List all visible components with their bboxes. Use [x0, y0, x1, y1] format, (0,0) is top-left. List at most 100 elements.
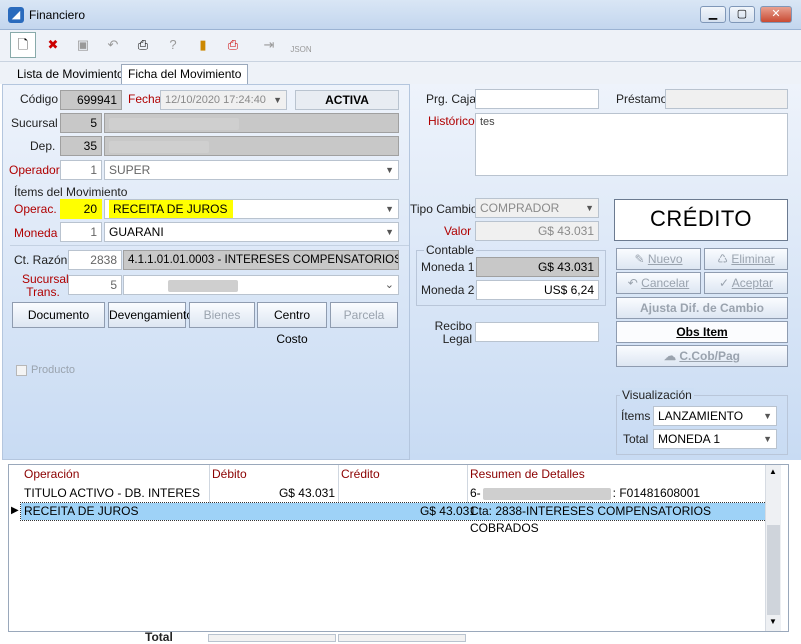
scroll-down-icon[interactable]: ▼	[769, 617, 777, 626]
chevron-down-icon: ⌄	[384, 279, 394, 291]
visualizacion-label: Visualización	[620, 388, 694, 402]
moneda-label: Moneda	[14, 226, 58, 240]
status-badge: ACTIVA	[295, 90, 399, 110]
cell-resumen: Cta: 2838-INTERESES COMPENSATORIOS COBRA…	[470, 504, 711, 535]
codigo-label: Código	[20, 92, 59, 106]
col-credito[interactable]: Crédito	[341, 467, 380, 481]
tab-strip: Lista de Movimientos Ficha del Movimient…	[0, 62, 801, 84]
chevron-down-icon: ▼	[585, 203, 594, 213]
moneda1-label: Moneda 1	[421, 260, 475, 274]
operador-id-field[interactable]: 1	[60, 160, 102, 180]
moneda1-field: G$ 43.031	[476, 257, 599, 277]
operador-select[interactable]: SUPER ▼	[104, 160, 399, 180]
close-button[interactable]: ✕	[760, 6, 792, 23]
chevron-down-icon: ▼	[385, 165, 394, 175]
exit-door-icon[interactable]: ▮	[190, 32, 216, 58]
sucursal-id-field: 5	[60, 113, 102, 133]
nuevo-button[interactable]: ✎ Nuevo	[616, 248, 701, 270]
items-view-label: Ítems	[621, 409, 651, 423]
col-resumen[interactable]: Resumen de Detalles	[470, 467, 585, 481]
recibo-legal-field[interactable]	[475, 322, 599, 342]
chevron-down-icon: ▼	[763, 411, 772, 421]
tipo-cambio-select[interactable]: COMPRADOR ▼	[475, 198, 599, 218]
moneda-select[interactable]: GUARANI ▼	[104, 222, 399, 242]
tab-lista-movimientos[interactable]: Lista de Movimientos	[10, 64, 137, 84]
chevron-down-icon: ▼	[385, 204, 394, 214]
parcela-button[interactable]: Parcela	[330, 302, 398, 328]
total-view-select[interactable]: MONEDA 1 ▼	[653, 429, 777, 449]
recibo-legal-label: Recibo Legal	[434, 319, 472, 346]
bienes-button[interactable]: Bienes	[189, 302, 255, 328]
aceptar-button[interactable]: ✓ Aceptar	[704, 272, 788, 294]
cancelar-button[interactable]: ↶ Cancelar	[616, 272, 701, 294]
delete-icon[interactable]: ✖	[40, 32, 66, 58]
operador-label: Operador	[9, 163, 60, 177]
contable-label: Contable	[424, 243, 477, 257]
new-document-icon[interactable]: 🗋	[10, 32, 36, 58]
dep-name-field	[104, 136, 399, 156]
historico-label: Histórico	[428, 114, 475, 128]
producto-label: Producto	[31, 364, 76, 376]
trash-icon: ♺	[717, 252, 732, 266]
window-title: Financiero	[29, 8, 86, 22]
cell-debito: G$ 43.031	[278, 486, 335, 500]
fecha-label: Fecha	[128, 92, 162, 106]
maximize-button[interactable]: ▢	[729, 6, 755, 23]
ctrazon-name-field: 4.1.1.01.01.0003 - INTERESES COMPENSATOR…	[123, 250, 399, 270]
obs-item-button[interactable]: Obs Item	[616, 321, 788, 343]
ctrazon-label: Ct. Razón	[14, 253, 68, 267]
handshake-icon: ☁	[663, 349, 680, 363]
sucursal-trans-id-field[interactable]: 5	[68, 275, 122, 295]
ajusta-dif-cambio-button[interactable]: Ajusta Dif. de Cambio	[616, 297, 788, 319]
json-icon[interactable]: JSON	[288, 32, 314, 58]
historico-textarea[interactable]: tes	[475, 113, 788, 176]
save-icon[interactable]: ▣	[70, 32, 96, 58]
table-row[interactable]: TITULO ACTIVO - DB. INTERES G$ 43.031 6-…	[9, 485, 788, 502]
items-section-label: Ítems del Movimiento	[14, 185, 128, 199]
operac-id-field[interactable]: 20	[60, 199, 102, 219]
dep-id-field: 35	[60, 136, 102, 156]
chevron-down-icon: ▼	[273, 95, 282, 105]
divider	[10, 245, 409, 246]
col-operacion[interactable]: Operación	[24, 467, 79, 481]
table-row-selected[interactable]: RECEITA DE JUROS G$ 43.031 Cta: 2838-INT…	[20, 502, 773, 535]
documento-button[interactable]: Documento	[12, 302, 105, 328]
total-credito-field	[338, 634, 466, 642]
total-view-label: Total	[623, 432, 649, 446]
print-red-icon[interactable]: ⎙	[220, 32, 246, 58]
items-view-select[interactable]: LANZAMIENTO ▼	[653, 406, 777, 426]
centro-costo-button[interactable]: Centro Costo	[257, 302, 327, 346]
cell-resumen: 6-: F01481608001	[470, 486, 701, 500]
col-debito[interactable]: Débito	[212, 467, 247, 481]
prestamo-label: Préstamo	[616, 92, 668, 106]
sucursal-name-field	[104, 113, 399, 133]
vertical-scrollbar[interactable]: ▲ ▼	[765, 465, 781, 631]
credito-indicator: CRÉDITO	[614, 199, 788, 241]
scroll-up-icon[interactable]: ▲	[769, 467, 777, 476]
tab-ficha-movimiento[interactable]: Ficha del Movimiento	[121, 64, 249, 84]
fecha-field[interactable]: 12/10/2020 17:24:40 ▼	[160, 90, 287, 110]
tipo-cambio-label: Tipo Cambio	[410, 202, 478, 216]
scroll-thumb[interactable]	[767, 525, 780, 615]
help-icon[interactable]: ?	[160, 32, 186, 58]
eliminar-button[interactable]: ♺ Eliminar	[704, 248, 788, 270]
devengamiento-button[interactable]: Devengamiento	[108, 302, 193, 328]
moneda-id-field[interactable]: 1	[60, 222, 102, 242]
moneda2-label: Moneda 2	[421, 283, 475, 297]
sucursal-label: Sucursal	[11, 116, 58, 130]
producto-checkbox[interactable]	[16, 365, 27, 376]
minimize-button[interactable]: ▁	[700, 6, 726, 23]
sucursal-trans-select[interactable]: ⌄	[123, 275, 399, 295]
ctrazon-id-field[interactable]: 2838	[68, 250, 122, 270]
export-icon[interactable]: ⇥	[256, 32, 282, 58]
cell-operacion: TITULO ACTIVO - DB. INTERES	[24, 486, 201, 500]
total-debito-field	[208, 634, 336, 642]
operac-select[interactable]: RECEITA DE JUROS ▼	[104, 199, 399, 219]
toolbar: 🗋 ✖ ▣ ↶ ⎙ ? ▮ ⎙ ⇥ JSON	[0, 30, 801, 62]
ccob-pag-button[interactable]: ☁ C.Cob/Pag	[616, 345, 788, 367]
prestamo-field	[665, 89, 788, 109]
undo-icon: ↶	[627, 276, 642, 290]
prg-caja-field[interactable]	[475, 89, 599, 109]
print-icon[interactable]: ⎙	[130, 32, 156, 58]
undo-icon[interactable]: ↶	[100, 32, 126, 58]
